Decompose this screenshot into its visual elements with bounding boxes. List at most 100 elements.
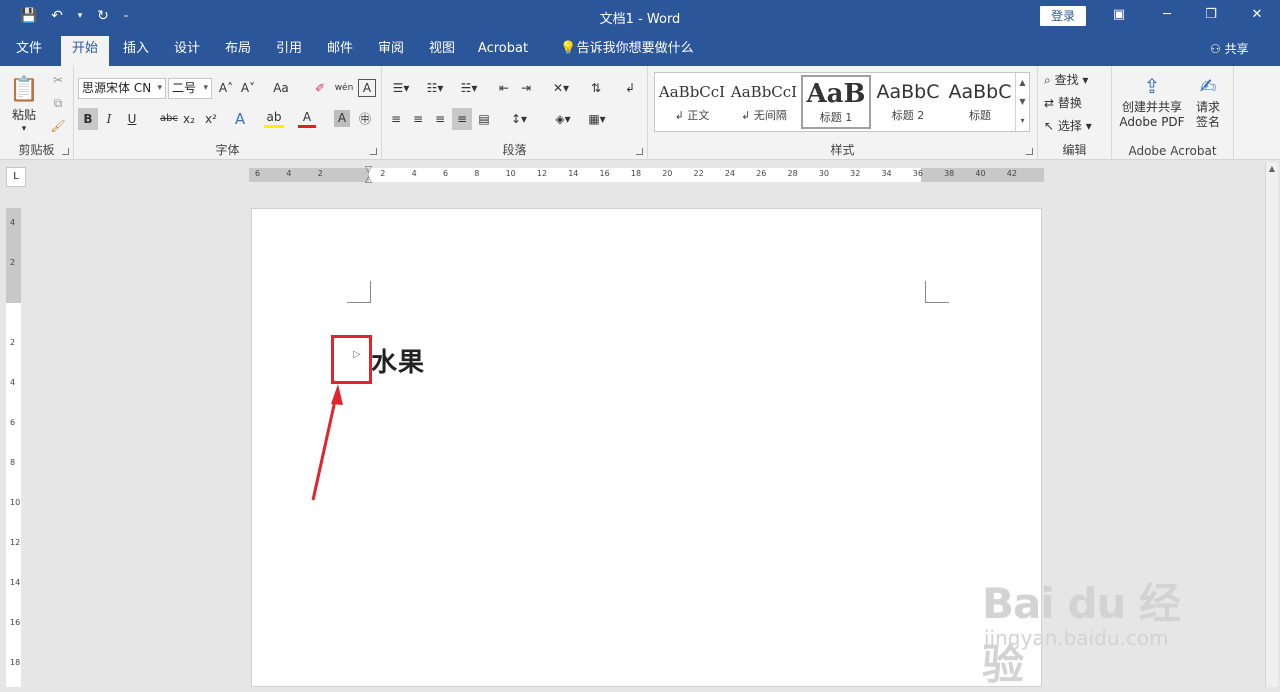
distributed-icon[interactable]: ▤ (474, 108, 494, 130)
login-button[interactable]: 登录 (1040, 6, 1086, 26)
sort-icon[interactable]: ⇅ (586, 77, 606, 99)
select-button[interactable]: ↖ 选择 ▾ (1044, 115, 1110, 137)
request-signature-line1[interactable]: 请求 (1192, 100, 1224, 114)
tell-me-search[interactable]: 💡告诉我你想要做什么 (552, 36, 702, 66)
style-heading-1[interactable]: AaB 标题 1 (801, 75, 871, 129)
bullets-icon[interactable]: ☰▾ (386, 77, 416, 99)
cut-icon[interactable]: ✂ (48, 69, 68, 91)
paste-dropdown-icon[interactable]: ▾ (14, 118, 34, 140)
ribbon: 📋 粘贴 ▾ ✂ ⧉ 🖌 剪贴板 思源宋体 CN 二号 A˄ A˅ Aa ✐ w… (0, 66, 1280, 225)
request-signature-icon[interactable]: ✍ (1192, 72, 1224, 100)
format-painter-icon[interactable]: 🖌 (48, 115, 68, 137)
replace-icon: ⇄ (1044, 96, 1055, 110)
style-heading-2[interactable]: AaBbC 标题 2 (873, 75, 943, 129)
create-pdf-line2[interactable]: Adobe PDF (1114, 115, 1190, 129)
style-normal[interactable]: AaBbCcI ↲ 正文 (657, 75, 727, 129)
style-title[interactable]: AaBbC 标题 (945, 75, 1015, 129)
maximize-icon[interactable]: ❐ (1196, 4, 1226, 26)
paste-icon[interactable]: 📋 (6, 72, 42, 106)
copy-icon[interactable]: ⧉ (48, 92, 68, 114)
paragraph-shading-icon[interactable]: ◈▾ (548, 108, 578, 130)
share-button[interactable]: ⚇ 共享 (1210, 40, 1249, 57)
tab-home[interactable]: 开始 (61, 36, 109, 66)
find-button[interactable]: ⌕ 查找 ▾ (1044, 69, 1110, 91)
cursor-icon: ↖ (1044, 119, 1055, 133)
font-launcher-icon[interactable] (370, 148, 377, 155)
ribbon-display-options-icon[interactable]: ▣ (1104, 4, 1134, 26)
tab-acrobat[interactable]: Acrobat (470, 36, 536, 66)
close-icon[interactable]: ✕ (1242, 4, 1272, 26)
tab-design[interactable]: 设计 (164, 36, 210, 66)
strikethrough-button[interactable]: abc (156, 108, 182, 130)
align-center-icon[interactable]: ≡ (408, 108, 428, 130)
customize-qat-icon[interactable]: ₌ (120, 6, 132, 26)
line-spacing-icon[interactable]: ↕▾ (504, 108, 534, 130)
tab-view[interactable]: 视图 (419, 36, 465, 66)
styles-launcher-icon[interactable] (1026, 148, 1033, 155)
increase-indent-icon[interactable]: ⇥ (516, 77, 536, 99)
subscript-button[interactable]: x₂ (180, 108, 198, 130)
tab-references[interactable]: 引用 (266, 36, 312, 66)
paragraph-group-label: 段落 (502, 143, 527, 157)
tab-layout[interactable]: 布局 (215, 36, 261, 66)
phonetic-guide-icon[interactable]: wén (332, 77, 356, 99)
show-marks-icon[interactable]: ↲ (620, 77, 640, 99)
style-name: ↲ 无间隔 (741, 109, 787, 122)
request-signature-line2[interactable]: 签名 (1192, 115, 1224, 129)
undo-dropdown-icon[interactable]: ▾ (74, 6, 86, 26)
gallery-down-icon[interactable]: ▼ (1016, 92, 1029, 111)
change-case-icon[interactable]: Aa (266, 77, 296, 99)
share-label: 共享 (1224, 42, 1249, 56)
quick-access-toolbar: 💾 ↶ ▾ ↻ ₌ (18, 6, 132, 26)
gallery-up-icon[interactable]: ▲ (1016, 73, 1029, 92)
clipboard-launcher-icon[interactable] (62, 148, 69, 155)
gallery-more-icon[interactable]: ▾ (1016, 111, 1029, 130)
underline-button[interactable]: U (122, 108, 142, 130)
multilevel-list-icon[interactable]: ☵▾ (454, 77, 484, 99)
undo-icon[interactable]: ↶ (46, 6, 68, 26)
character-border-icon[interactable]: A (358, 79, 376, 97)
tab-insert[interactable]: 插入 (113, 36, 159, 66)
style-preview: AaBbC (948, 81, 1012, 103)
tab-review[interactable]: 审阅 (368, 36, 414, 66)
style-no-spacing[interactable]: AaBbCcI ↲ 无间隔 (729, 75, 799, 129)
bold-button[interactable]: B (78, 108, 98, 130)
replace-label: 替换 (1057, 96, 1082, 110)
minimize-icon[interactable]: ─ (1152, 4, 1182, 26)
enclose-characters-icon[interactable]: ㊥ (356, 108, 374, 130)
clear-formatting-icon[interactable]: ✐ (310, 77, 330, 99)
font-size-select[interactable]: 二号 (168, 78, 212, 99)
superscript-button[interactable]: x² (202, 108, 220, 130)
acrobat-group-label: Adobe Acrobat (1128, 144, 1217, 158)
justify-icon[interactable]: ≡ (452, 108, 472, 130)
watermark-url: jingyan.baidu.com (984, 626, 1169, 650)
find-label: 查找 (1054, 73, 1079, 87)
clipboard-group: 📋 粘贴 ▾ ✂ ⧉ 🖌 剪贴板 (0, 66, 74, 160)
styles-gallery-scroll: ▲ ▼ ▾ (1015, 73, 1029, 131)
create-pdf-line1[interactable]: 创建并共享 (1114, 100, 1190, 114)
align-left-icon[interactable]: ≡ (386, 108, 406, 130)
grow-font-icon[interactable]: A˄ (216, 77, 236, 99)
redo-icon[interactable]: ↻ (92, 6, 114, 26)
decrease-indent-icon[interactable]: ⇤ (494, 77, 514, 99)
font-name-select[interactable]: 思源宋体 CN (78, 78, 166, 99)
align-right-icon[interactable]: ≡ (430, 108, 450, 130)
editing-group: ⌕ 查找 ▾ ⇄ 替换 ↖ 选择 ▾ 编辑 (1038, 66, 1112, 160)
italic-button[interactable]: I (100, 108, 118, 130)
title-bar: 💾 ↶ ▾ ↻ ₌ 文档1 - Word 登录 ▣ ─ ❐ ✕ (0, 0, 1280, 32)
save-icon[interactable]: 💾 (18, 6, 40, 26)
replace-button[interactable]: ⇄ 替换 (1044, 92, 1110, 114)
text-effects-icon[interactable]: A (230, 108, 250, 130)
shrink-font-icon[interactable]: A˅ (238, 77, 258, 99)
tab-mailings[interactable]: 邮件 (317, 36, 363, 66)
font-color-icon[interactable]: A (298, 108, 316, 128)
numbering-icon[interactable]: ☷▾ (420, 77, 450, 99)
paragraph-launcher-icon[interactable] (636, 148, 643, 155)
style-name: 标题 (969, 109, 991, 122)
character-shading-icon[interactable]: A (334, 110, 350, 127)
borders-icon[interactable]: ▦▾ (582, 108, 612, 130)
pdf-share-icon[interactable]: ⇪ (1120, 72, 1184, 100)
chinese-layout-icon[interactable]: ✕▾ (546, 77, 576, 99)
tab-file[interactable]: 文件 (6, 36, 52, 66)
highlight-color-icon[interactable]: ab (264, 108, 284, 128)
